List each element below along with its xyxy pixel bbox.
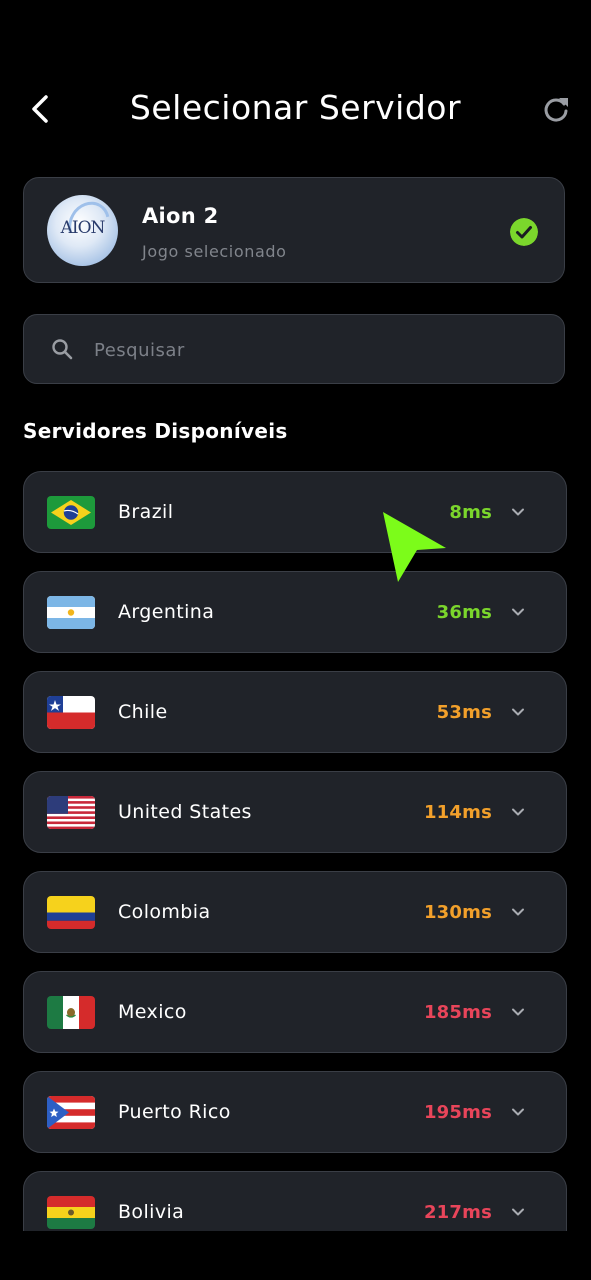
colombia-flag-icon: [47, 896, 95, 929]
argentina-flag-icon: [47, 596, 95, 629]
server-name: Bolivia: [118, 1201, 185, 1223]
server-item-united-states[interactable]: United States 114ms: [23, 771, 567, 853]
search-icon: [52, 339, 73, 360]
refresh-icon[interactable]: [541, 94, 571, 124]
server-item-bolivia[interactable]: Bolivia 217ms: [23, 1171, 567, 1231]
usa-flag-icon: [47, 796, 95, 829]
server-item-mexico[interactable]: Mexico 185ms: [23, 971, 567, 1053]
selected-game-card[interactable]: AION Aion 2 Jogo selecionado: [23, 177, 565, 283]
chevron-down-icon[interactable]: [510, 1004, 526, 1020]
chevron-down-icon[interactable]: [510, 504, 526, 520]
server-list: Brazil 8ms Argentina 36ms Chile 53ms Uni…: [23, 471, 567, 1231]
check-circle-icon: [510, 218, 538, 246]
server-name: Mexico: [118, 1001, 187, 1023]
latency-value: 195ms: [423, 1102, 492, 1123]
chevron-down-icon[interactable]: [510, 804, 526, 820]
game-subtitle: Jogo selecionado: [142, 242, 287, 261]
game-name: Aion 2: [142, 204, 219, 228]
server-name: United States: [118, 801, 252, 823]
latency-value: 8ms: [449, 502, 492, 523]
chevron-down-icon[interactable]: [510, 1104, 526, 1120]
server-name: Chile: [118, 701, 168, 723]
puerto-rico-flag-icon: [47, 1096, 95, 1129]
chile-flag-icon: [47, 696, 95, 729]
server-item-argentina[interactable]: Argentina 36ms: [23, 571, 567, 653]
game-avatar: AION: [47, 195, 118, 266]
latency-value: 185ms: [423, 1002, 492, 1023]
chevron-down-icon[interactable]: [510, 1204, 526, 1220]
header: Selecionar Servidor: [0, 70, 591, 150]
server-name: Colombia: [118, 901, 211, 923]
server-name: Puerto Rico: [118, 1101, 231, 1123]
latency-value: 114ms: [423, 802, 492, 823]
server-name: Argentina: [118, 601, 215, 623]
brazil-flag-icon: [47, 496, 95, 529]
server-item-puerto-rico[interactable]: Puerto Rico 195ms: [23, 1071, 567, 1153]
chevron-down-icon[interactable]: [510, 904, 526, 920]
server-name: Brazil: [118, 501, 174, 523]
mexico-flag-icon: [47, 996, 95, 1029]
server-item-colombia[interactable]: Colombia 130ms: [23, 871, 567, 953]
chevron-down-icon[interactable]: [510, 704, 526, 720]
search-box[interactable]: [23, 314, 565, 384]
latency-value: 217ms: [423, 1202, 492, 1223]
section-title: Servidores Disponíveis: [23, 419, 288, 443]
page-title: Selecionar Servidor: [129, 88, 462, 127]
latency-value: 53ms: [436, 702, 492, 723]
pointer-cursor-icon: [383, 512, 446, 582]
server-item-brazil[interactable]: Brazil 8ms: [23, 471, 567, 553]
bolivia-flag-icon: [47, 1196, 95, 1229]
search-input[interactable]: [92, 333, 536, 367]
latency-value: 36ms: [436, 602, 492, 623]
chevron-down-icon[interactable]: [510, 604, 526, 620]
game-logo-text: AION: [60, 218, 106, 238]
server-item-chile[interactable]: Chile 53ms: [23, 671, 567, 753]
latency-value: 130ms: [423, 902, 492, 923]
